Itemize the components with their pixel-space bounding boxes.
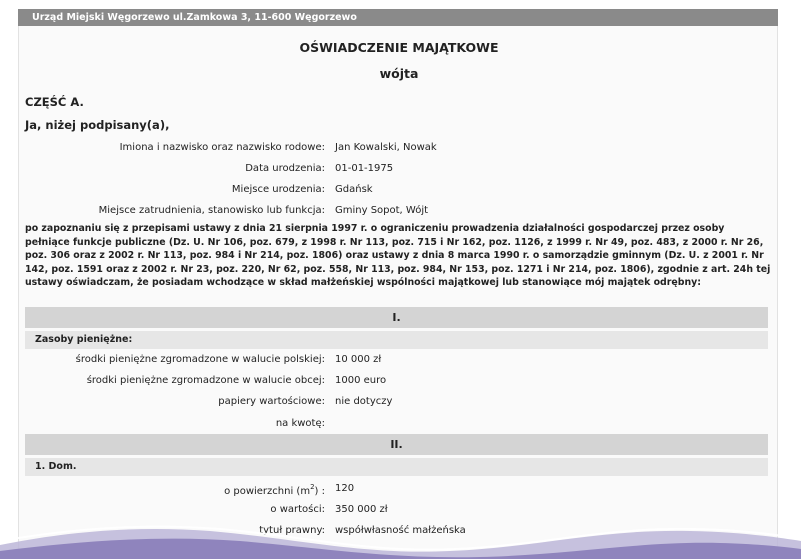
page-curl-decoration — [0, 525, 801, 559]
field-value: Gminy Sopot, Wójt — [335, 205, 429, 216]
field-value: nie dotyczy — [335, 396, 393, 407]
intro-line: Ja, niżej podpisany(a), — [25, 118, 170, 132]
office-address: Urząd Miejski Węgorzewo ul.Zamkowa 3, 11… — [32, 12, 357, 23]
field-value: 1000 euro — [335, 375, 387, 386]
address-bar: Urząd Miejski Węgorzewo ul.Zamkowa 3, 11… — [18, 9, 778, 26]
statement-paragraph: po zapoznaniu się z przepisami ustawy z … — [25, 223, 771, 289]
section-1-header: I. — [25, 307, 768, 328]
declaration-document: OŚWIADCZENIE MAJĄTKOWE wójta CZĘŚĆ A. Ja… — [18, 26, 778, 559]
section-1-subheader: Zasoby pieniężne: — [25, 331, 768, 349]
area-label-text: o powierzchni (m — [224, 486, 311, 497]
section-2-subheader: 1. Dom. — [25, 458, 768, 476]
field-value: 10 000 zł — [335, 354, 382, 365]
field-cash-pln: środki pieniężne zgromadzone w walucie p… — [19, 354, 777, 368]
field-amount: na kwotę: — [19, 418, 777, 432]
field-label: o powierzchni (m2) : — [224, 483, 325, 497]
field-label: Miejsce urodzenia: — [231, 184, 325, 195]
document-title: OŚWIADCZENIE MAJĄTKOWE — [299, 40, 499, 55]
field-cash-foreign: środki pieniężne zgromadzone w walucie o… — [19, 375, 777, 389]
field-value: 01-01-1975 — [335, 163, 394, 174]
part-heading: CZĘŚĆ A. — [25, 95, 84, 109]
field-securities: papiery wartościowe: nie dotyczy — [19, 396, 777, 410]
field-house-area: o powierzchni (m2) : 120 — [19, 483, 777, 497]
field-label: papiery wartościowe: — [218, 396, 325, 407]
field-employment: Miejsce zatrudnienia, stanowisko lub fun… — [19, 205, 777, 219]
field-value: 120 — [335, 483, 355, 494]
field-label: na kwotę: — [275, 418, 325, 429]
section-2-header: II. — [25, 434, 768, 455]
field-value: Gdańsk — [335, 184, 373, 195]
field-label: Imiona i nazwisko oraz nazwisko rodowe: — [119, 142, 325, 153]
area-label-end: ) : — [314, 486, 325, 497]
field-birth-place: Miejsce urodzenia: Gdańsk — [19, 184, 777, 198]
field-label: Miejsce zatrudnienia, stanowisko lub fun… — [98, 205, 325, 216]
document-subtitle: wójta — [379, 66, 419, 81]
field-label: Data urodzenia: — [245, 163, 325, 174]
field-value: Jan Kowalski, Nowak — [335, 142, 437, 153]
field-label: środki pieniężne zgromadzone w walucie p… — [75, 354, 325, 365]
field-birth-date: Data urodzenia: 01-01-1975 — [19, 163, 777, 177]
field-label: środki pieniężne zgromadzone w walucie o… — [86, 375, 325, 386]
field-name: Imiona i nazwisko oraz nazwisko rodowe: … — [19, 142, 777, 156]
